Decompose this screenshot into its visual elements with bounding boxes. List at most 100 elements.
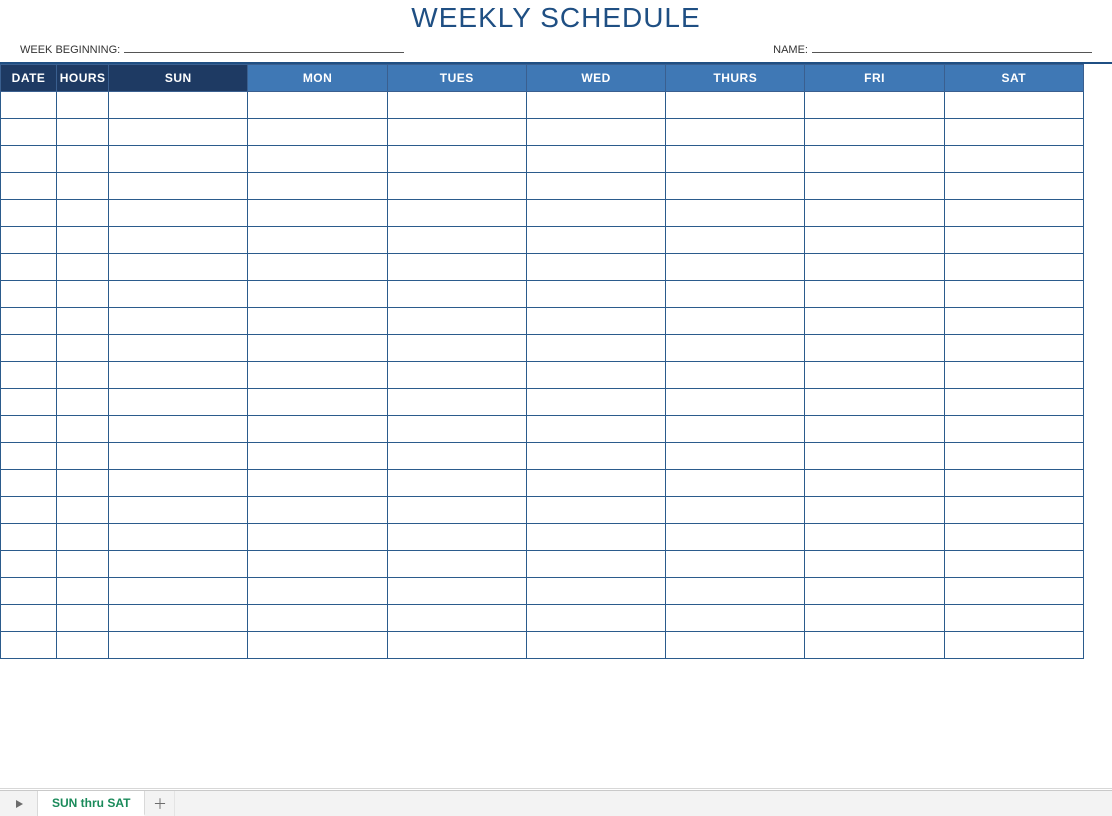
cell-sun[interactable] [109,92,248,119]
cell-mon[interactable] [248,362,387,389]
cell-date[interactable] [1,416,57,443]
cell-wed[interactable] [526,578,665,605]
cell-tues[interactable] [387,497,526,524]
sheet-tab-active[interactable]: SUN thru SAT [38,791,145,816]
cell-fri[interactable] [805,470,944,497]
cell-hours[interactable] [57,308,109,335]
cell-sat[interactable] [944,227,1083,254]
cell-wed[interactable] [526,335,665,362]
cell-date[interactable] [1,200,57,227]
cell-fri[interactable] [805,551,944,578]
cell-hours[interactable] [57,92,109,119]
cell-thurs[interactable] [666,632,805,659]
cell-sun[interactable] [109,254,248,281]
cell-sun[interactable] [109,281,248,308]
cell-thurs[interactable] [666,578,805,605]
cell-thurs[interactable] [666,416,805,443]
cell-wed[interactable] [526,146,665,173]
cell-wed[interactable] [526,119,665,146]
cell-sat[interactable] [944,119,1083,146]
cell-mon[interactable] [248,254,387,281]
cell-date[interactable] [1,119,57,146]
cell-sun[interactable] [109,173,248,200]
cell-tues[interactable] [387,551,526,578]
cell-fri[interactable] [805,308,944,335]
cell-tues[interactable] [387,362,526,389]
cell-wed[interactable] [526,605,665,632]
cell-thurs[interactable] [666,470,805,497]
cell-sat[interactable] [944,524,1083,551]
cell-fri[interactable] [805,281,944,308]
cell-tues[interactable] [387,119,526,146]
cell-hours[interactable] [57,119,109,146]
cell-sat[interactable] [944,389,1083,416]
cell-mon[interactable] [248,119,387,146]
cell-fri[interactable] [805,227,944,254]
cell-sun[interactable] [109,551,248,578]
cell-tues[interactable] [387,200,526,227]
cell-sat[interactable] [944,443,1083,470]
cell-thurs[interactable] [666,200,805,227]
cell-date[interactable] [1,227,57,254]
cell-mon[interactable] [248,146,387,173]
cell-hours[interactable] [57,389,109,416]
cell-sat[interactable] [944,200,1083,227]
cell-date[interactable] [1,497,57,524]
cell-thurs[interactable] [666,362,805,389]
cell-tues[interactable] [387,227,526,254]
cell-fri[interactable] [805,416,944,443]
cell-thurs[interactable] [666,119,805,146]
cell-sun[interactable] [109,119,248,146]
cell-fri[interactable] [805,578,944,605]
cell-date[interactable] [1,146,57,173]
cell-mon[interactable] [248,632,387,659]
cell-thurs[interactable] [666,335,805,362]
cell-date[interactable] [1,335,57,362]
cell-wed[interactable] [526,416,665,443]
cell-wed[interactable] [526,173,665,200]
cell-sun[interactable] [109,578,248,605]
cell-hours[interactable] [57,200,109,227]
cell-mon[interactable] [248,281,387,308]
cell-sun[interactable] [109,632,248,659]
cell-date[interactable] [1,551,57,578]
cell-tues[interactable] [387,308,526,335]
cell-hours[interactable] [57,497,109,524]
cell-tues[interactable] [387,416,526,443]
cell-mon[interactable] [248,470,387,497]
cell-hours[interactable] [57,335,109,362]
cell-sat[interactable] [944,281,1083,308]
cell-tues[interactable] [387,173,526,200]
cell-fri[interactable] [805,524,944,551]
cell-sun[interactable] [109,335,248,362]
cell-mon[interactable] [248,578,387,605]
cell-tues[interactable] [387,389,526,416]
sheet-nav-button[interactable] [0,791,38,816]
cell-fri[interactable] [805,254,944,281]
cell-date[interactable] [1,362,57,389]
cell-sun[interactable] [109,416,248,443]
cell-sun[interactable] [109,605,248,632]
cell-thurs[interactable] [666,389,805,416]
cell-date[interactable] [1,308,57,335]
cell-fri[interactable] [805,92,944,119]
cell-mon[interactable] [248,443,387,470]
cell-wed[interactable] [526,281,665,308]
cell-fri[interactable] [805,497,944,524]
cell-date[interactable] [1,470,57,497]
cell-tues[interactable] [387,281,526,308]
cell-thurs[interactable] [666,281,805,308]
cell-fri[interactable] [805,443,944,470]
cell-wed[interactable] [526,200,665,227]
cell-tues[interactable] [387,146,526,173]
cell-date[interactable] [1,632,57,659]
cell-fri[interactable] [805,605,944,632]
cell-hours[interactable] [57,632,109,659]
cell-fri[interactable] [805,119,944,146]
cell-fri[interactable] [805,362,944,389]
cell-mon[interactable] [248,227,387,254]
cell-wed[interactable] [526,470,665,497]
cell-wed[interactable] [526,389,665,416]
cell-thurs[interactable] [666,146,805,173]
cell-hours[interactable] [57,281,109,308]
